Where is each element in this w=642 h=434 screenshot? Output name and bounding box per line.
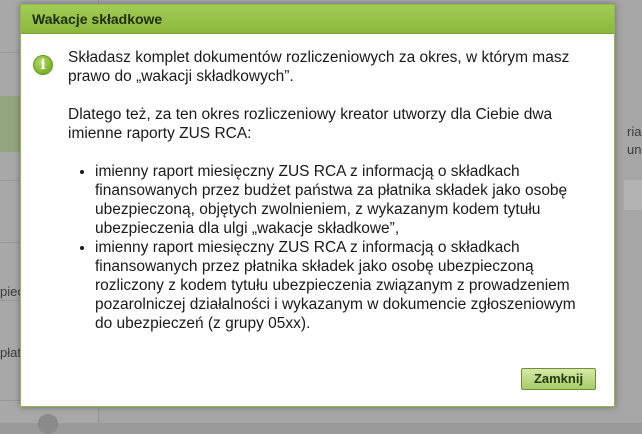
background-active-marker (0, 96, 20, 152)
message-paragraph: Składasz komplet dokumentów rozliczeniow… (68, 49, 570, 85)
close-button[interactable]: Zamknij (521, 368, 596, 390)
report-list-item: imienny raport miesięczny ZUS RCA z info… (95, 238, 588, 333)
report-list-item: imienny raport miesięczny ZUS RCA z info… (95, 162, 588, 238)
dialog-title: Wakacje składkowe (32, 11, 163, 27)
message-paragraph: Dlatego też, za ten okres rozliczeniowy … (68, 106, 553, 142)
info-icon: i (33, 55, 53, 75)
dialog-message: Składasz komplet dokumentów rozliczeniow… (68, 48, 588, 333)
background-text-fragment: un (627, 142, 642, 157)
wakacje-skladkowe-dialog: Wakacje składkowe i Składasz komplet dok… (20, 4, 615, 407)
dialog-titlebar[interactable]: Wakacje składkowe (21, 5, 614, 34)
background-panel-edge (624, 180, 642, 210)
background-text-fragment: ria (627, 124, 642, 139)
report-list: imienny raport miesięczny ZUS RCA z info… (68, 162, 588, 333)
background-round-icon (38, 414, 58, 434)
